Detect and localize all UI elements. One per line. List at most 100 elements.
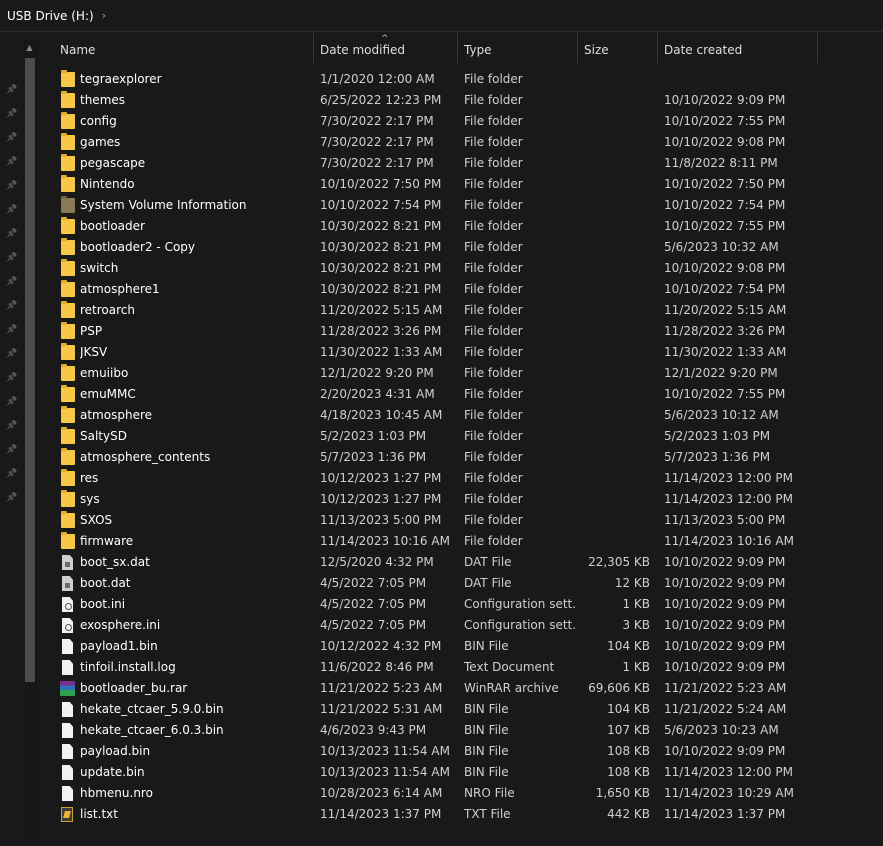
file-name[interactable]: hekate_ctcaer_5.9.0.bin bbox=[80, 699, 310, 720]
pin-icon[interactable]: 📌 bbox=[6, 396, 18, 408]
pin-icon[interactable]: 📌 bbox=[6, 84, 18, 96]
file-row[interactable]: SaltySD 5/2/2023 1:03 PM File folder 5/2/20… bbox=[38, 426, 883, 447]
file-name[interactable]: Nintendo bbox=[80, 174, 310, 195]
file-name[interactable]: atmosphere bbox=[80, 405, 310, 426]
file-row[interactable]: hbmenu.nro 10/28/2023 6:14 AM NRO File 1,65… bbox=[38, 783, 883, 804]
file-row[interactable]: exosphere.ini 4/5/2022 7:05 PM Configurati… bbox=[38, 615, 883, 636]
file-name[interactable]: JKSV bbox=[80, 342, 310, 363]
file-row[interactable]: sys 10/12/2023 1:27 PM File folder 11/14/20… bbox=[38, 489, 883, 510]
file-name[interactable]: boot.ini bbox=[80, 594, 310, 615]
pin-icon[interactable]: 📌 bbox=[6, 228, 18, 240]
file-row[interactable]: boot.dat 4/5/2022 7:05 PM DAT File 12 KB 10/… bbox=[38, 573, 883, 594]
pin-icon[interactable]: 📌 bbox=[6, 492, 18, 504]
address-bar[interactable]: USB Drive (H:) › bbox=[0, 0, 883, 32]
pin-icon[interactable]: 📌 bbox=[6, 348, 18, 360]
column-header-date-created[interactable]: Date created bbox=[658, 33, 818, 63]
file-name[interactable]: payload1.bin bbox=[80, 636, 310, 657]
file-row[interactable]: res 10/12/2023 1:27 PM File folder 11/14/20… bbox=[38, 468, 883, 489]
file-name[interactable]: emuiibo bbox=[80, 363, 310, 384]
file-row[interactable]: hekate_ctcaer_5.9.0.bin 11/21/2022 5:31 A… bbox=[38, 699, 883, 720]
file-row[interactable]: emuMMC 2/20/2023 4:31 AM File folder 10/10/… bbox=[38, 384, 883, 405]
file-name[interactable]: boot.dat bbox=[80, 573, 310, 594]
file-name[interactable]: hbmenu.nro bbox=[80, 783, 310, 804]
file-row[interactable]: pegascape 7/30/2022 2:17 PM File folder 11/… bbox=[38, 153, 883, 174]
file-row[interactable]: config 7/30/2022 2:17 PM File folder 10/10/… bbox=[38, 111, 883, 132]
file-row[interactable]: firmware 11/14/2023 10:16 AM File folder 11… bbox=[38, 531, 883, 552]
file-name[interactable]: themes bbox=[80, 90, 310, 111]
file-name[interactable]: games bbox=[80, 132, 310, 153]
file-row[interactable]: PSP 11/28/2022 3:26 PM File folder 11/28/20… bbox=[38, 321, 883, 342]
scroll-up-arrow-icon[interactable]: ▲ bbox=[22, 40, 37, 56]
file-row[interactable]: payload.bin 10/13/2023 11:54 AM BIN File 10… bbox=[38, 741, 883, 762]
file-row[interactable]: bootloader2 - Copy 10/30/2022 8:21 PM File… bbox=[38, 237, 883, 258]
pin-icon[interactable]: 📌 bbox=[6, 300, 18, 312]
file-name[interactable]: sys bbox=[80, 489, 310, 510]
column-header-size[interactable]: Size bbox=[578, 33, 658, 63]
file-row[interactable]: boot_sx.dat 12/5/2020 4:32 PM DAT File 22,3… bbox=[38, 552, 883, 573]
file-row[interactable]: bootloader 10/30/2022 8:21 PM File folder 1… bbox=[38, 216, 883, 237]
pin-icon[interactable]: 📌 bbox=[6, 444, 18, 456]
file-row[interactable]: atmosphere_contents 5/7/2023 1:36 PM File … bbox=[38, 447, 883, 468]
pin-icon[interactable]: 📌 bbox=[6, 132, 18, 144]
column-header-date-modified[interactable]: Date modified bbox=[314, 33, 458, 63]
file-row[interactable]: retroarch 11/20/2022 5:15 AM File folder 11… bbox=[38, 300, 883, 321]
file-name[interactable]: retroarch bbox=[80, 300, 310, 321]
file-name[interactable]: SXOS bbox=[80, 510, 310, 531]
file-name[interactable]: list.txt bbox=[80, 804, 310, 825]
file-row[interactable]: Nintendo 10/10/2022 7:50 PM File folder 10/… bbox=[38, 174, 883, 195]
pin-icon[interactable]: 📌 bbox=[6, 156, 18, 168]
pin-icon[interactable]: 📌 bbox=[6, 204, 18, 216]
pin-icon[interactable]: 📌 bbox=[6, 324, 18, 336]
nav-scrollbar-thumb[interactable] bbox=[25, 58, 35, 682]
file-row[interactable]: tinfoil.install.log 11/6/2022 8:46 PM Text… bbox=[38, 657, 883, 678]
file-name[interactable]: exosphere.ini bbox=[80, 615, 310, 636]
file-name[interactable]: res bbox=[80, 468, 310, 489]
file-row[interactable]: themes 6/25/2022 12:23 PM File folder 10/10… bbox=[38, 90, 883, 111]
file-row[interactable]: bootloader_bu.rar 11/21/2022 5:23 AM WinRA… bbox=[38, 678, 883, 699]
pin-icon[interactable]: 📌 bbox=[6, 468, 18, 480]
file-name[interactable]: tinfoil.install.log bbox=[80, 657, 310, 678]
pin-icon[interactable]: 📌 bbox=[6, 372, 18, 384]
chevron-right-icon[interactable]: › bbox=[102, 9, 106, 22]
file-name[interactable]: atmosphere_contents bbox=[80, 447, 310, 468]
file-name[interactable]: atmosphere1 bbox=[80, 279, 310, 300]
file-row[interactable]: games 7/30/2022 2:17 PM File folder 10/10/2… bbox=[38, 132, 883, 153]
pin-icon[interactable]: 📌 bbox=[6, 276, 18, 288]
file-row[interactable]: atmosphere 4/18/2023 10:45 AM File folder 5… bbox=[38, 405, 883, 426]
file-row[interactable]: tegraexplorer 1/1/2020 12:00 AM File folde… bbox=[38, 69, 883, 90]
column-header-name[interactable]: Name bbox=[54, 33, 314, 63]
file-row[interactable]: System Volume Information 10/10/2022 7:54… bbox=[38, 195, 883, 216]
file-row[interactable]: SXOS 11/13/2023 5:00 PM File folder 11/13/2… bbox=[38, 510, 883, 531]
file-name[interactable]: payload.bin bbox=[80, 741, 310, 762]
file-name[interactable]: PSP bbox=[80, 321, 310, 342]
file-name[interactable]: boot_sx.dat bbox=[80, 552, 310, 573]
file-name[interactable]: switch bbox=[80, 258, 310, 279]
file-name[interactable]: config bbox=[80, 111, 310, 132]
file-row[interactable]: hekate_ctcaer_6.0.3.bin 4/6/2023 9:43 PM B… bbox=[38, 720, 883, 741]
pin-icon[interactable]: 📌 bbox=[6, 252, 18, 264]
pin-icon[interactable]: 📌 bbox=[6, 108, 18, 120]
file-row[interactable]: atmosphere1 10/30/2022 8:21 PM File folder… bbox=[38, 279, 883, 300]
file-name[interactable]: firmware bbox=[80, 531, 310, 552]
file-row[interactable]: JKSV 11/30/2022 1:33 AM File folder 11/30/2… bbox=[38, 342, 883, 363]
file-name[interactable]: SaltySD bbox=[80, 426, 310, 447]
file-row[interactable]: update.bin 10/13/2023 11:54 AM BIN File 108… bbox=[38, 762, 883, 783]
column-header-type[interactable]: Type bbox=[458, 33, 578, 63]
file-name[interactable]: pegascape bbox=[80, 153, 310, 174]
file-name[interactable]: bootloader2 - Copy bbox=[80, 237, 310, 258]
file-name[interactable]: update.bin bbox=[80, 762, 310, 783]
file-name[interactable]: emuMMC bbox=[80, 384, 310, 405]
file-name[interactable]: bootloader bbox=[80, 216, 310, 237]
file-row[interactable]: list.txt 11/14/2023 1:37 PM TXT File 442 KB… bbox=[38, 804, 883, 825]
pin-icon[interactable]: 📌 bbox=[6, 180, 18, 192]
file-row[interactable]: boot.ini 4/5/2022 7:05 PM Configuration se… bbox=[38, 594, 883, 615]
file-row[interactable]: emuiibo 12/1/2022 9:20 PM File folder 12/1/… bbox=[38, 363, 883, 384]
file-row[interactable]: switch 10/30/2022 8:21 PM File folder 10/10… bbox=[38, 258, 883, 279]
pin-icon[interactable]: 📌 bbox=[6, 420, 18, 432]
file-row[interactable]: payload1.bin 10/12/2022 4:32 PM BIN File 10… bbox=[38, 636, 883, 657]
file-name[interactable]: tegraexplorer bbox=[80, 69, 310, 90]
file-name[interactable]: hekate_ctcaer_6.0.3.bin bbox=[80, 720, 310, 741]
file-name[interactable]: bootloader_bu.rar bbox=[80, 678, 310, 699]
file-name[interactable]: System Volume Information bbox=[80, 195, 310, 216]
breadcrumb-usb-drive[interactable]: USB Drive (H:) bbox=[7, 9, 94, 23]
